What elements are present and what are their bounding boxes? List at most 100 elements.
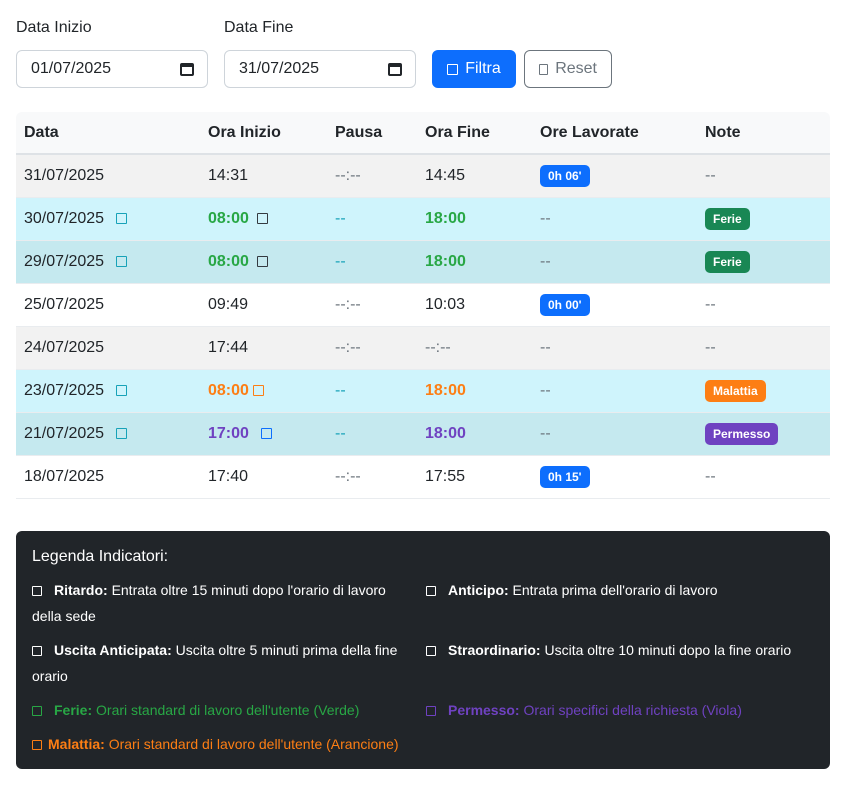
cell-note: Ferie xyxy=(697,240,830,284)
anticipo-indicator-icon xyxy=(116,384,128,396)
cell-worked: 0h 15' xyxy=(532,455,697,499)
cell-worked: -- xyxy=(532,412,697,456)
cell-worked: 0h 00' xyxy=(532,283,697,327)
cell-start: 17:00 xyxy=(200,412,327,456)
legend-desc: Orari standard di lavoro dell'utente (Ar… xyxy=(108,736,399,752)
anticipo-indicator-icon xyxy=(116,212,128,224)
cell-end: 18:00 xyxy=(417,369,532,413)
end-date-group: Data Fine 31/07/2025 xyxy=(224,18,416,88)
legend-term: Straordinario: xyxy=(448,642,541,658)
cell-date: 18/07/2025 xyxy=(16,455,200,499)
legend-item-anticipo: Anticipo: Entrata prima dell'orario di l… xyxy=(426,577,806,629)
cell-note: -- xyxy=(697,455,830,499)
start-text: 08:00 xyxy=(208,252,249,270)
cell-note: -- xyxy=(697,326,830,370)
uscita-anticipata-indicator-icon xyxy=(32,646,42,656)
cell-worked: -- xyxy=(532,197,697,241)
calendar-icon[interactable] xyxy=(388,62,402,76)
straordinario-indicator-icon xyxy=(426,646,436,656)
cell-date: 29/07/2025 xyxy=(16,240,200,284)
header-ore-lavorate[interactable]: Ore Lavorate xyxy=(532,112,697,155)
legend-item-malattia: Malattia: Orari standard di lavoro dell'… xyxy=(32,731,426,757)
cell-start: 09:49 xyxy=(200,283,327,327)
legend-term: Permesso: xyxy=(448,702,520,718)
cell-start: 14:31 xyxy=(200,154,327,198)
cell-start: 08:00 xyxy=(200,240,327,284)
cell-pause: -- xyxy=(327,197,417,241)
worked-badge: 0h 15' xyxy=(540,465,590,488)
permesso-indicator-icon xyxy=(260,427,272,439)
cell-note: -- xyxy=(697,154,830,198)
square-icon xyxy=(447,63,459,75)
cell-note: Ferie xyxy=(697,197,830,241)
date-text: 30/07/2025 xyxy=(24,209,105,227)
start-text: 17:00 xyxy=(208,424,249,442)
cell-end: 18:00 xyxy=(417,240,532,284)
cell-pause: --:-- xyxy=(327,283,417,327)
filter-bar: Data Inizio 01/07/2025 Data Fine 31/07/2… xyxy=(16,18,620,88)
cell-worked: -- xyxy=(532,240,697,284)
start-date-input[interactable]: 01/07/2025 xyxy=(16,50,208,88)
legend-desc: Entrata prima dell'orario di lavoro xyxy=(512,582,718,598)
header-pausa[interactable]: Pausa xyxy=(327,112,417,155)
table-row[interactable]: 18/07/2025 17:40 --:-- 17:55 0h 15' -- xyxy=(16,455,830,499)
header-ora-inizio[interactable]: Ora Inizio xyxy=(200,112,327,155)
ferie-badge: Ferie xyxy=(705,207,750,230)
legend-term: Anticipo: xyxy=(448,582,509,598)
legend-grid: Ritardo: Entrata oltre 15 minuti dopo l'… xyxy=(32,577,814,765)
permesso-badge: Permesso xyxy=(705,422,779,445)
legend-panel: Legenda Indicatori: Ritardo: Entrata olt… xyxy=(16,531,830,769)
cell-worked: -- xyxy=(532,369,697,413)
start-date-label: Data Inizio xyxy=(16,19,92,36)
cell-date: 21/07/2025 xyxy=(16,412,200,456)
calendar-icon[interactable] xyxy=(180,62,194,76)
filter-button[interactable]: Filtra xyxy=(432,50,516,88)
table-row[interactable]: 23/07/2025 08:00 -- 18:00 -- Malattia xyxy=(16,369,830,413)
table-row[interactable]: 31/07/2025 14:31 --:-- 14:45 0h 06' -- xyxy=(16,154,830,198)
legend-desc: Orari specifici della richiesta (Viola) xyxy=(523,702,742,718)
reset-button[interactable]: Reset xyxy=(524,50,612,88)
header-ora-fine[interactable]: Ora Fine xyxy=(417,112,532,155)
start-text: 08:00 xyxy=(208,209,249,227)
cell-note: Malattia xyxy=(697,369,830,413)
table-row[interactable]: 29/07/2025 08:00 -- 18:00 -- Ferie xyxy=(16,240,830,284)
legend-term: Ritardo: xyxy=(54,582,108,598)
header-note[interactable]: Note xyxy=(697,112,830,155)
cell-date: 30/07/2025 xyxy=(16,197,200,241)
malattia-indicator-icon xyxy=(32,740,42,750)
cell-end: 14:45 xyxy=(417,154,532,198)
cell-pause: --:-- xyxy=(327,154,417,198)
legend-item-uscita-anticipata: Uscita Anticipata: Uscita oltre 5 minuti… xyxy=(32,637,426,689)
legend-item-straordinario: Straordinario: Uscita oltre 10 minuti do… xyxy=(426,637,806,689)
cell-worked: -- xyxy=(532,326,697,370)
ferie-badge: Ferie xyxy=(705,250,750,273)
table-row[interactable]: 21/07/2025 17:00 -- 18:00 -- Permesso xyxy=(16,412,830,456)
table-header: Data Ora Inizio Pausa Ora Fine Ore Lavor… xyxy=(16,112,830,155)
date-text: 29/07/2025 xyxy=(24,252,105,270)
table-row[interactable]: 25/07/2025 09:49 --:-- 10:03 0h 00' -- xyxy=(16,283,830,327)
anticipo-indicator-icon xyxy=(116,427,128,439)
legend-desc: Uscita oltre 10 minuti dopo la fine orar… xyxy=(544,642,792,658)
attendance-table: Data Ora Inizio Pausa Ora Fine Ore Lavor… xyxy=(16,112,830,499)
legend-term: Ferie: xyxy=(54,702,93,718)
header-data[interactable]: Data xyxy=(16,112,200,155)
legend-item-ferie: Ferie: Orari standard di lavoro dell'ute… xyxy=(32,697,426,723)
ferie-indicator-icon xyxy=(256,255,268,267)
end-date-input[interactable]: 31/07/2025 xyxy=(224,50,416,88)
cell-date: 24/07/2025 xyxy=(16,326,200,370)
cell-start: 08:00 xyxy=(200,369,327,413)
cell-end: 18:00 xyxy=(417,197,532,241)
cell-date: 23/07/2025 xyxy=(16,369,200,413)
legend-title: Legenda Indicatori: xyxy=(32,548,169,565)
cell-worked: 0h 06' xyxy=(532,154,697,198)
ritardo-indicator-icon xyxy=(32,586,42,596)
ferie-indicator-icon xyxy=(32,706,42,716)
permesso-indicator-icon xyxy=(426,706,436,716)
cell-start: 17:44 xyxy=(200,326,327,370)
end-date-value: 31/07/2025 xyxy=(239,60,320,77)
table-row[interactable]: 30/07/2025 08:00 -- 18:00 -- Ferie xyxy=(16,197,830,241)
start-date-value: 01/07/2025 xyxy=(31,60,112,77)
table-row[interactable]: 24/07/2025 17:44 --:-- --:-- -- -- xyxy=(16,326,830,370)
legend-item-permesso: Permesso: Orari specifici della richiest… xyxy=(426,697,806,723)
cell-start: 08:00 xyxy=(200,197,327,241)
